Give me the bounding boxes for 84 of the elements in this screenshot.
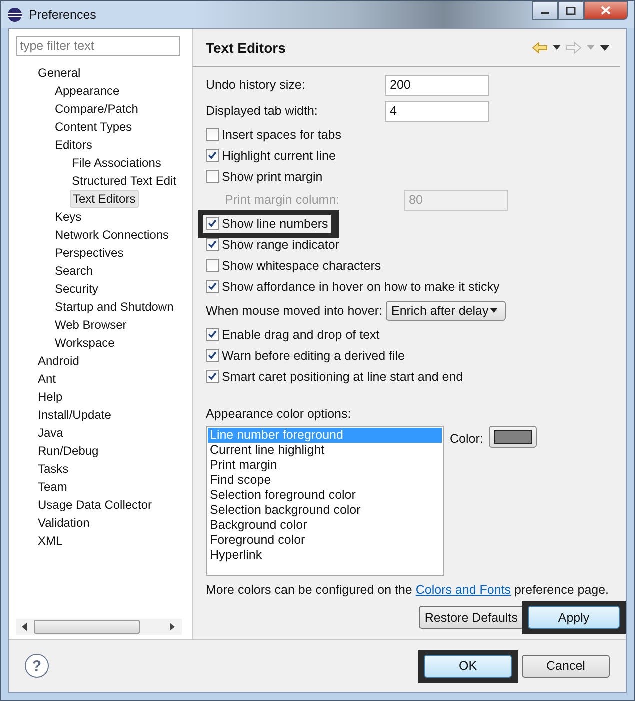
checkbox-option[interactable]: Smart caret positioning at line start and end — [203, 368, 466, 386]
info-text: More colors can be configured on the Colors and Fonts preference page. — [205, 582, 610, 597]
checkbox-option[interactable]: Show whitespace characters — [203, 256, 384, 274]
close-icon — [601, 6, 611, 15]
dialog-button[interactable]: OK — [424, 654, 512, 678]
tree-item[interactable]: Team — [36, 479, 70, 495]
globe-icon — [7, 6, 23, 22]
checkmark-icon — [208, 240, 217, 249]
color-picker-button[interactable] — [489, 426, 538, 448]
tree-item[interactable]: Network Connections — [53, 227, 172, 243]
checkbox-option[interactable]: Show range indicator — [203, 236, 342, 254]
tree-item[interactable]: Appearance — [53, 83, 122, 99]
checkbox-option[interactable]: Warn before editing a derived file — [203, 346, 408, 364]
tree-item[interactable]: Workspace — [53, 335, 117, 351]
dialog-button[interactable]: Cancel — [522, 654, 610, 678]
tree-item[interactable]: Perspectives — [53, 245, 126, 261]
checkmark-icon — [208, 282, 217, 291]
help-button[interactable]: ? — [25, 654, 49, 678]
list-item[interactable]: Background color — [208, 518, 442, 533]
tree-item[interactable]: Validation — [36, 515, 92, 531]
dropdown-label: When mouse moved into hover: — [206, 304, 382, 318]
horizontal-scrollbar[interactable] — [16, 619, 182, 635]
scroll-right-icon[interactable] — [170, 623, 176, 631]
tree-item[interactable]: Keys — [53, 209, 84, 225]
tree-item[interactable]: Content Types — [53, 119, 134, 135]
list-item[interactable]: Foreground color — [208, 533, 442, 548]
tree-item[interactable]: Startup and Shutdown — [53, 299, 176, 315]
list-item[interactable]: Find scope — [208, 473, 442, 488]
tree-item[interactable]: Android — [36, 353, 82, 369]
minimize-button[interactable] — [532, 1, 558, 20]
checkbox-option[interactable]: Insert spaces for tabs — [203, 126, 345, 144]
tree-item[interactable]: Usage Data Collector — [36, 497, 154, 513]
maximize-icon — [566, 6, 576, 14]
close-button[interactable] — [584, 1, 628, 20]
list-item[interactable]: Selection background color — [208, 503, 442, 518]
list-item[interactable]: Hyperlink — [208, 548, 442, 563]
filter-field[interactable]: type filter text — [16, 36, 180, 56]
checkmark-icon — [208, 372, 217, 381]
scroll-left-icon[interactable] — [22, 623, 28, 631]
tree-item[interactable]: XML — [36, 533, 65, 549]
page-button[interactable]: Restore Defaults — [418, 606, 524, 629]
tree-item[interactable]: Search — [53, 263, 96, 279]
tree-item[interactable]: Structured Text Edit — [70, 173, 178, 189]
list-item[interactable]: Selection foreground color — [208, 488, 442, 503]
tree-item[interactable]: Editors — [53, 137, 94, 153]
number-field[interactable]: 200 — [385, 74, 489, 96]
color-label: Color: — [450, 432, 484, 446]
checkmark-icon — [208, 219, 217, 228]
list-item[interactable]: Print margin — [208, 458, 442, 473]
tree-item[interactable]: Web Browser — [53, 317, 129, 333]
checkbox-option[interactable]: Show affordance in hover on how to make it sticky — [203, 278, 503, 296]
page-button[interactable]: Apply — [528, 606, 620, 629]
tree-item[interactable]: Text Editors — [70, 190, 139, 208]
tree-item[interactable]: Tasks — [36, 461, 71, 477]
tree-item[interactable]: Install/Update — [36, 407, 114, 423]
window-title: Preferences — [29, 8, 98, 22]
caret-icon[interactable] — [553, 45, 561, 50]
checkbox-option[interactable]: Enable drag and drop of text — [203, 326, 383, 344]
colors-and-fonts-link[interactable]: Colors and Fonts — [416, 583, 512, 597]
maximize-button[interactable] — [558, 1, 584, 20]
checkmark-icon — [208, 351, 217, 360]
section-label: Appearance color options: — [206, 407, 352, 421]
checkmark-icon — [208, 330, 217, 339]
number-field[interactable]: 4 — [385, 100, 489, 122]
tree-item[interactable]: Security — [53, 281, 100, 297]
tree-item[interactable]: Help — [36, 389, 65, 405]
tree-item[interactable]: File Associations — [70, 155, 164, 171]
tree-item[interactable]: General — [36, 65, 83, 81]
field-label: Displayed tab width: — [206, 104, 319, 118]
checkbox-option[interactable]: Highlight current line — [203, 146, 339, 164]
field-label: Print margin column: — [224, 193, 341, 207]
list-item[interactable]: Current line highlight — [208, 443, 442, 458]
tree-item[interactable]: Ant — [36, 371, 58, 387]
tree-item[interactable]: Run/Debug — [36, 443, 101, 459]
tree-item[interactable]: Java — [36, 425, 66, 441]
tree-item[interactable]: Compare/Patch — [53, 101, 140, 117]
field-label: Undo history size: — [206, 78, 306, 92]
menu-caret-icon[interactable] — [600, 44, 610, 50]
checkmark-icon — [208, 151, 217, 160]
checkbox-option[interactable]: Show print margin — [203, 168, 326, 186]
page-title: Text Editors — [206, 40, 286, 56]
checkbox-option[interactable]: Show line numbers — [203, 214, 332, 232]
caret-icon — [490, 308, 498, 313]
hover-dropdown[interactable]: Enrich after delay — [386, 300, 506, 320]
